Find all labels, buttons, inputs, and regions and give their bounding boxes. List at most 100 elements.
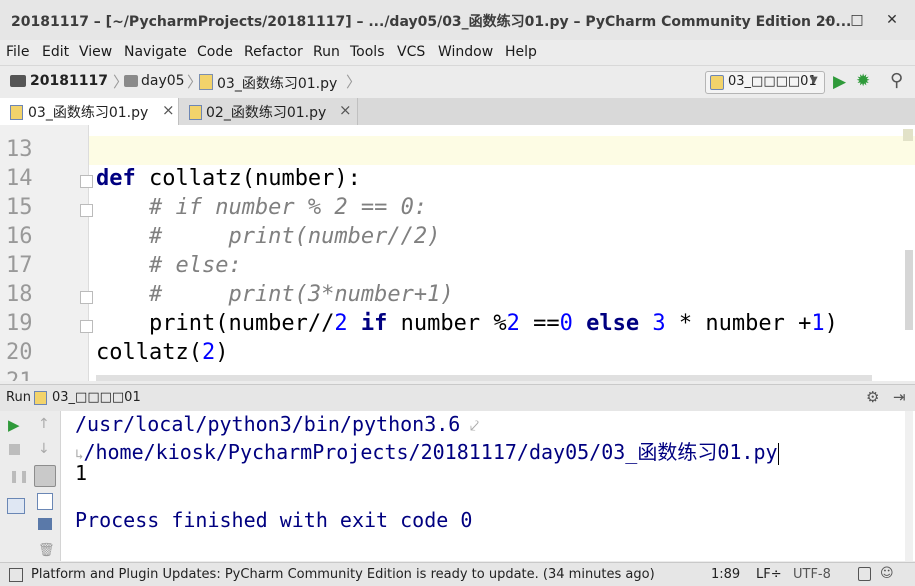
code-text: * number + [665,311,812,336]
code-line-20: collatz(2) [96,340,228,365]
code-line-14: def collatz(number): [96,166,361,191]
tab-02-file[interactable]: 02_函数练习01.py × [179,98,358,125]
breadcrumb-folder[interactable]: day05 [141,73,185,89]
arrow-down-icon[interactable]: ↓ [38,441,50,457]
line-number: 17 [6,253,33,278]
python-file-icon [199,74,213,90]
menu-refactor[interactable]: Refactor [244,44,303,60]
run-configuration-label: 03_□□□□01 [728,74,817,89]
line-number: 13 [6,137,33,162]
menu-edit[interactable]: Edit [42,44,69,60]
breadcrumb-project[interactable]: 20181117 [30,73,108,89]
console-line-interpreter: /usr/local/python3/bin/python3.6 ⤦ [75,412,479,436]
status-message[interactable]: Platform and Plugin Updates: PyCharm Com… [31,567,655,582]
rerun-icon[interactable]: ▶ [8,416,20,434]
menu-bar: File Edit View Navigate Code Refactor Ru… [0,40,915,65]
restore-layout-icon[interactable] [7,498,25,514]
gear-icon[interactable]: ⚙ [866,388,879,406]
python-icon [34,391,47,405]
menu-help[interactable]: Help [505,44,537,60]
keyword-if: if [347,311,388,336]
run-console[interactable]: ▶ ↑ ↓ ❚❚ 🗑 /usr/local/python3/bin/python… [0,411,915,561]
menu-view[interactable]: View [79,44,112,60]
inspector-icon[interactable]: ☺ [880,566,894,581]
line-number: 21 [6,369,33,381]
delete-icon[interactable]: 🗑 [38,543,55,558]
debug-icon[interactable]: ✹ [856,71,870,91]
code-text: ) [824,311,838,336]
cursor-position[interactable]: 1:89 [711,567,740,582]
maximize-button[interactable]: □ [847,10,867,30]
arrow-up-icon[interactable]: ↑ [38,416,50,432]
console-line-script: ↳/home/kiosk/PycharmProjects/20181117/da… [75,436,779,465]
line-number: 14 [6,166,33,191]
close-tab-icon[interactable]: × [162,101,175,119]
run-configuration-select[interactable]: 03_□□□□01 ▼ [705,71,825,94]
menu-tools[interactable]: Tools [350,44,385,60]
menu-window[interactable]: Window [438,44,493,60]
current-line-highlight [0,136,915,165]
minimize-button[interactable]: – [818,10,838,30]
number-literal: 1 [811,311,825,336]
run-panel-label[interactable]: Run [6,390,31,405]
tab-03-file[interactable]: 03_函数练习01.py × [0,98,179,125]
navigation-bar: 20181117 〉 day05 〉 03_函数练习01.py 〉 03_□□□… [0,65,915,99]
line-number: 18 [6,282,33,307]
console-scrollbar[interactable] [905,411,913,561]
fold-marker-icon[interactable] [80,204,93,217]
status-bar: Platform and Plugin Updates: PyCharm Com… [0,562,915,586]
menu-navigate[interactable]: Navigate [124,44,187,60]
fold-marker-icon[interactable] [80,320,93,333]
number-literal: 3 [652,311,666,336]
breadcrumb-file[interactable]: 03_函数练习01.py [217,73,337,93]
python-file-icon [10,105,23,120]
menu-run[interactable]: Run [313,44,340,60]
file-encoding[interactable]: UTF-8 [793,567,831,582]
close-window-button[interactable]: ✕ [882,10,902,30]
line-separator[interactable]: LF÷ [756,567,782,582]
number-literal: 2 [334,311,348,336]
window-title: 20181117 – [~/PycharmProjects/20181117] … [11,14,852,30]
code-editor[interactable]: 13 14 15 16 17 18 19 20 21 def collatz(n… [0,125,915,381]
lock-icon[interactable] [858,567,871,581]
code-line-18: # print(3*number+1) [96,282,454,307]
menu-file[interactable]: File [6,44,29,60]
number-literal: 2 [201,340,216,365]
line-number: 16 [6,224,33,249]
code-line-16: # print(number//2) [96,224,441,249]
folder-icon [124,75,138,87]
soft-wrap-icon[interactable] [34,465,56,487]
code-line-17: # else: [96,253,242,278]
hide-panel-icon[interactable]: ⇥ [893,388,906,406]
search-icon[interactable]: ⚲ [890,70,903,91]
menu-code[interactable]: Code [197,44,233,60]
text-cursor [777,442,779,465]
fold-marker-icon[interactable] [80,175,93,188]
scroll-to-end-icon[interactable] [37,493,53,510]
vertical-scrollbar[interactable] [905,250,913,330]
code-text: collatz( [96,340,202,365]
error-stripe-marker[interactable] [903,129,913,141]
code-text: print(number// [96,311,335,336]
keyword-def: def [96,166,136,191]
console-line-output: 1 [75,461,88,485]
number-literal: 2 [506,311,520,336]
menu-vcs[interactable]: VCS [397,44,425,60]
line-number: 19 [6,311,33,336]
tool-windows-icon[interactable] [9,568,23,582]
line-number: 15 [6,195,33,220]
folder-icon [10,75,26,87]
editor-tab-bar: 03_函数练习01.py × 02_函数练习01.py × [0,98,915,126]
run-panel-config[interactable]: 03_□□□□01 [52,390,141,405]
print-icon[interactable] [38,518,52,530]
keyword-else: else [572,311,640,336]
stop-icon[interactable] [9,444,20,455]
code-text: ) [215,340,229,365]
pause-icon[interactable]: ❚❚ [9,469,29,483]
code-text: == [519,311,560,336]
fold-marker-icon[interactable] [80,291,93,304]
close-tab-icon[interactable]: × [339,101,352,119]
horizontal-scrollbar[interactable] [96,375,872,381]
run-icon[interactable]: ▶ [833,72,846,92]
console-text: /home/kiosk/PycharmProjects/20181117/day… [83,440,778,464]
